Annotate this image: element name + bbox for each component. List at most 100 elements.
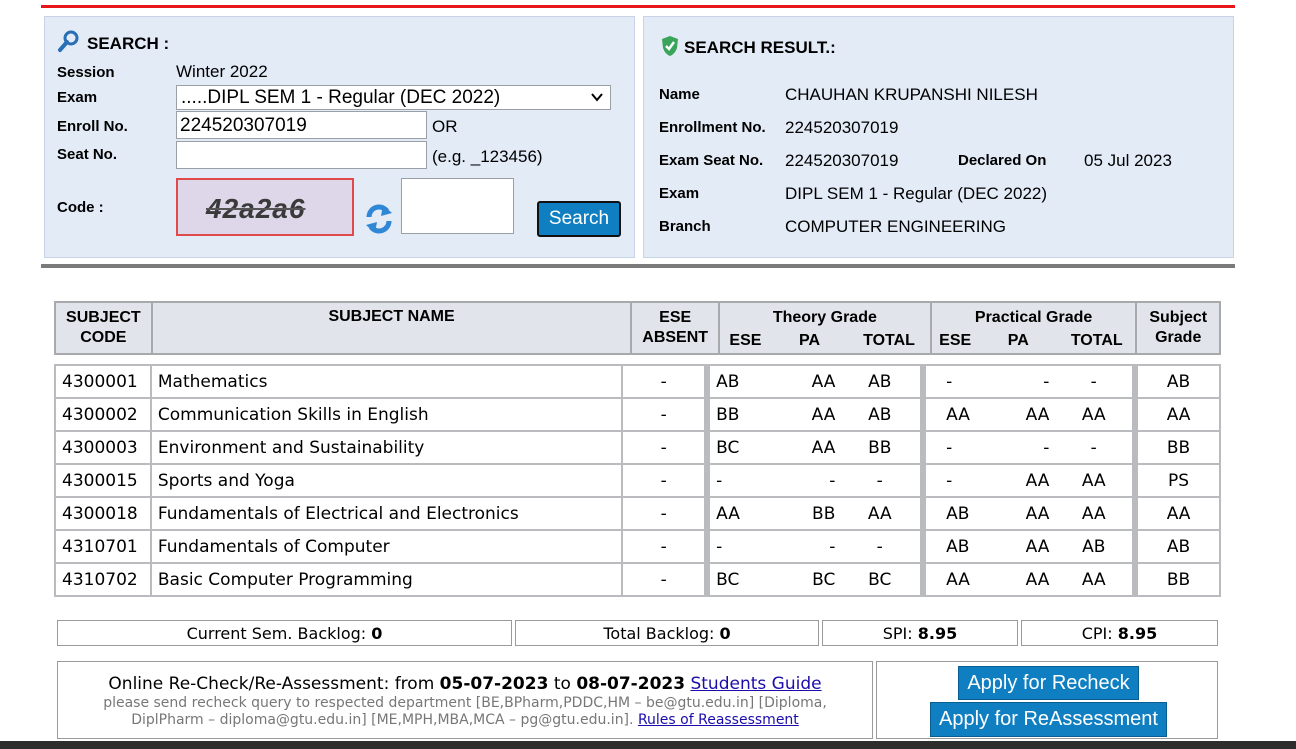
practical-pa-cell: AA: [976, 463, 1056, 498]
subject-grade-cell: BB: [1134, 562, 1221, 597]
subject-name-cell: Fundamentals of Electrical and Electroni…: [149, 496, 624, 531]
ese-absent-cell: -: [621, 529, 711, 564]
result-exam-value: DIPL SEM 1 - Regular (DEC 2022): [785, 184, 1048, 203]
grades-table-header: SUBJECT CODE SUBJECT NAME ESE ABSENT Theor…: [54, 301, 1221, 355]
theory-pa-cell: AA: [762, 364, 840, 399]
theory-total-cell: AB: [839, 397, 927, 432]
subject-grade-cell: PS: [1134, 463, 1221, 498]
search-title: SEARCH :: [87, 34, 170, 53]
theory-ese-cell: BB: [706, 397, 763, 432]
theory-ese-cell: BC: [706, 562, 763, 597]
theory-ese-cell: AA: [706, 496, 763, 531]
ese-absent-cell: -: [621, 496, 711, 531]
recheck-info-box: Online Re-Check/Re-Assessment: from 05-0…: [57, 661, 873, 739]
name-value: CHAUHAN KRUPANSHI NILESH: [785, 85, 1038, 104]
table-row: 4300015 Sports and Yoga - - - - - AA AA PS: [54, 463, 1221, 498]
header-theory-total: TOTAL: [848, 328, 932, 355]
practical-total-cell: AB: [1055, 529, 1139, 564]
header-practical-pa: PA: [978, 328, 1059, 355]
declared-value: 05 Jul 2023: [1084, 151, 1172, 170]
session-label: Session: [57, 64, 115, 81]
total-backlog-box: Total Backlog: 0: [515, 620, 819, 646]
or-text: OR: [432, 117, 458, 136]
search-button[interactable]: Search: [537, 201, 621, 237]
exam-select-value: .....DIPL SEM 1 - Regular (DEC 2022): [181, 87, 501, 108]
ese-absent-cell: -: [621, 397, 711, 432]
seat-label: Seat No.: [57, 146, 118, 163]
recheck-from-date: 05-07-2023: [439, 674, 549, 694]
header-practical-grade: Practical Grade: [929, 301, 1138, 328]
header-subject-code: SUBJECT CODE: [54, 301, 153, 355]
shield-check-icon: [660, 35, 680, 57]
enroll-label: Enroll No.: [57, 118, 128, 135]
theory-pa-cell: -: [762, 529, 840, 564]
total-backlog-value: 0: [719, 624, 731, 643]
apply-recheck-button[interactable]: Apply for Recheck: [958, 666, 1139, 700]
rules-of-reassessment-link[interactable]: Rules of Reassessment: [638, 712, 799, 728]
seat-input[interactable]: [176, 141, 427, 169]
subject-code-cell: 4310702: [54, 562, 152, 597]
header-theory-ese: ESE: [717, 328, 771, 355]
practical-ese-cell: -: [922, 364, 977, 399]
theory-pa-cell: AA: [762, 397, 840, 432]
subject-code-cell: 4310701: [54, 529, 152, 564]
table-row: 4300018 Fundamentals of Electrical and El…: [54, 496, 1221, 531]
ese-absent-cell: -: [621, 463, 711, 498]
total-backlog-label: Total Backlog:: [603, 624, 715, 643]
practical-ese-cell: AB: [922, 529, 977, 564]
subject-code-cell: 4300001: [54, 364, 152, 399]
cpi-value: 8.95: [1117, 624, 1158, 643]
practical-pa-cell: AA: [976, 529, 1056, 564]
refresh-icon[interactable]: [364, 201, 394, 237]
students-guide-link[interactable]: Students Guide: [690, 674, 821, 694]
seat-hint: (e.g. _123456): [432, 147, 543, 166]
bottom-scroll-shadow: [0, 741, 1296, 749]
section-divider: [41, 264, 1235, 268]
table-row: 4300003 Environment and Sustainability - BC…: [54, 430, 1221, 465]
theory-pa-cell: -: [762, 463, 840, 498]
top-accent-bar: [41, 5, 1235, 8]
subject-code-cell: 4300015: [54, 463, 152, 498]
search-icon: [57, 29, 81, 53]
theory-total-cell: AA: [839, 496, 927, 531]
subject-name-cell: Sports and Yoga: [149, 463, 624, 498]
theory-ese-cell: -: [706, 463, 763, 498]
practical-pa-cell: AA: [976, 397, 1056, 432]
branch-value: COMPUTER ENGINEERING: [785, 217, 1007, 236]
enroll-input[interactable]: 224520307019: [176, 111, 427, 139]
header-practical-ese: ESE: [929, 328, 979, 355]
practical-pa-cell: AA: [976, 562, 1056, 597]
theory-total-cell: AB: [839, 364, 927, 399]
subject-grade-cell: BB: [1134, 430, 1221, 465]
recheck-to-date: 08-07-2023: [576, 674, 686, 694]
code-input[interactable]: [401, 178, 514, 234]
theory-pa-cell: AA: [762, 430, 840, 465]
grades-table: 4300001 Mathematics - AB AA AB - - - AB 4300002 Com…: [54, 364, 1221, 597]
practical-pa-cell: -: [976, 364, 1056, 399]
captcha-text: 42a2a6: [206, 193, 306, 224]
exam-seat-value: 224520307019: [785, 151, 899, 170]
apply-reassessment-button[interactable]: Apply for ReAssessment: [930, 702, 1167, 737]
name-label: Name: [659, 86, 700, 103]
practical-total-cell: AA: [1055, 397, 1139, 432]
table-row: 4310701 Fundamentals of Computer - - - - AB AA A…: [54, 529, 1221, 564]
recheck-period: Online Re-Check/Re-Assessment: from 05-0…: [108, 674, 822, 694]
subject-code-cell: 4300018: [54, 496, 152, 531]
theory-total-cell: BC: [839, 562, 927, 597]
subject-code-cell: 4300003: [54, 430, 152, 465]
practical-pa-cell: -: [976, 430, 1056, 465]
exam-select[interactable]: .....DIPL SEM 1 - Regular (DEC 2022): [176, 85, 611, 110]
subject-name-cell: Mathematics: [149, 364, 624, 399]
theory-pa-cell: BB: [762, 496, 840, 531]
current-backlog-value: 0: [371, 624, 383, 643]
current-backlog-label: Current Sem. Backlog:: [186, 624, 367, 643]
ese-absent-cell: -: [621, 430, 711, 465]
recheck-note: please send recheck query to respected d…: [103, 695, 827, 728]
subject-grade-cell: AB: [1134, 364, 1221, 399]
practical-ese-cell: AA: [922, 562, 977, 597]
enrollment-value: 224520307019: [785, 118, 899, 137]
table-row: 4310702 Basic Computer Programming - BC BC BC…: [54, 562, 1221, 597]
theory-total-cell: BB: [839, 430, 927, 465]
branch-label: Branch: [659, 218, 711, 235]
practical-pa-cell: AA: [976, 496, 1056, 531]
